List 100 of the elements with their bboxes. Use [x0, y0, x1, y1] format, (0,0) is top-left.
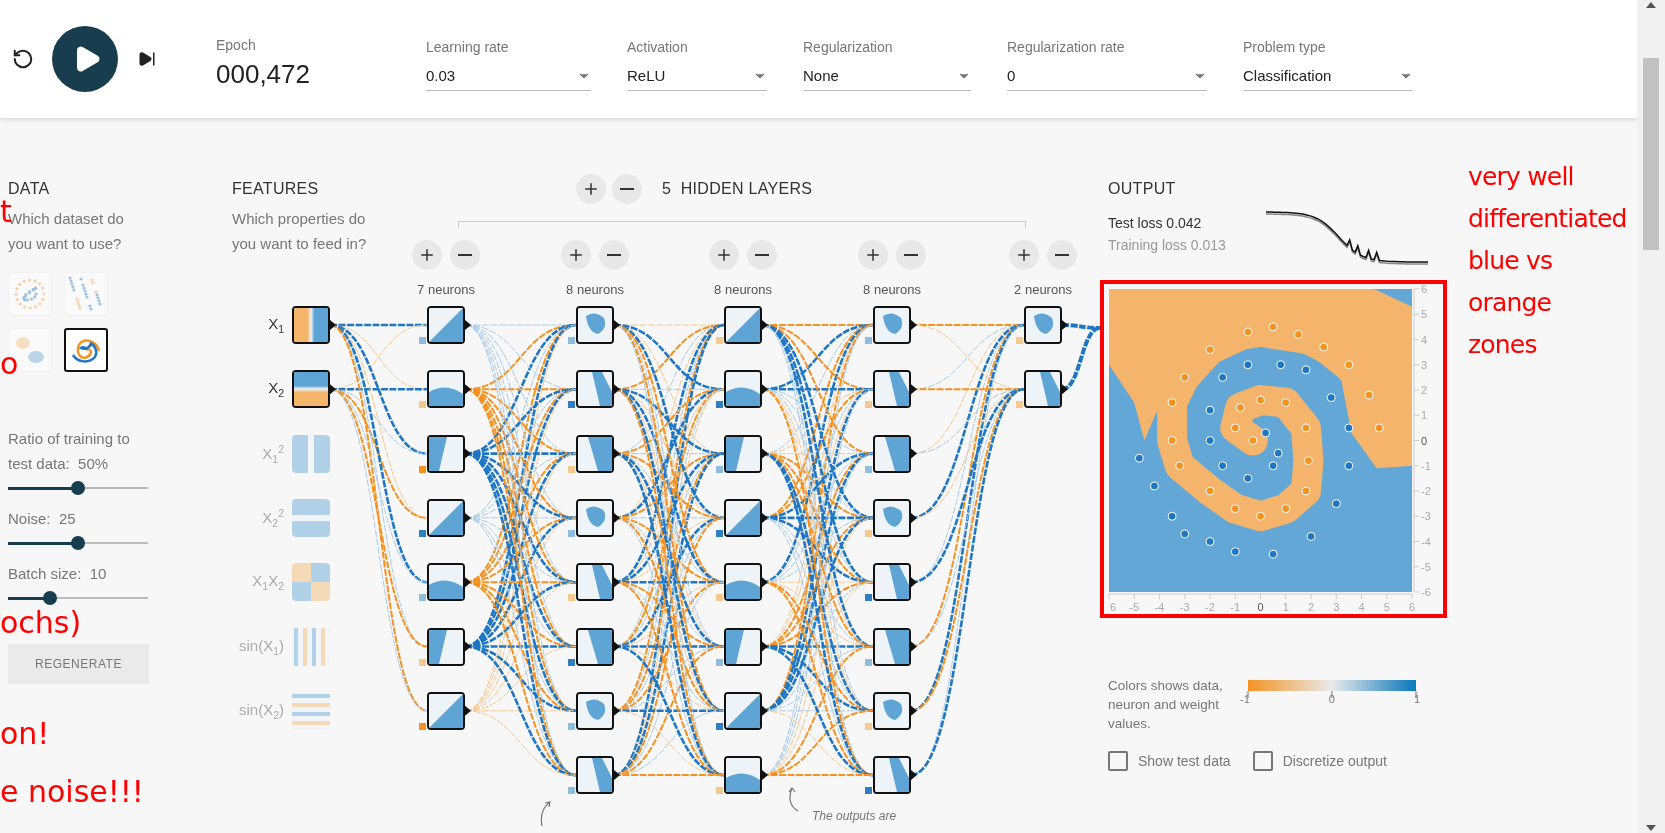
neuron-node[interactable] [1024, 370, 1062, 409]
data-point [1331, 499, 1341, 509]
neuron-node[interactable] [724, 691, 762, 730]
checkbox[interactable] [1108, 751, 1128, 771]
remove-neuron-button[interactable] [896, 240, 926, 270]
data-point [1243, 473, 1253, 483]
annotation-text: very well [1468, 161, 1575, 193]
add-neuron-button[interactable] [561, 240, 591, 270]
scroll-up-icon[interactable] [1646, 2, 1656, 8]
neuron-node[interactable] [724, 563, 762, 602]
data-point [1344, 423, 1354, 433]
scrollbar-thumb[interactable] [1643, 58, 1659, 250]
neuron-node[interactable] [724, 370, 762, 409]
scroll-down-icon[interactable] [1646, 825, 1656, 831]
add-neuron-button[interactable] [709, 240, 739, 270]
feature-node[interactable] [292, 306, 330, 344]
regenerate-button[interactable]: REGENERATE [8, 644, 149, 684]
neuron-node[interactable] [427, 498, 465, 537]
neuron-node[interactable] [873, 627, 911, 666]
pointer-arrow [539, 800, 553, 826]
neuron-node[interactable] [873, 434, 911, 473]
feature-node[interactable] [292, 370, 330, 409]
neuron-node[interactable] [873, 498, 911, 537]
neuron-node[interactable] [724, 306, 762, 344]
remove-neuron-button[interactable] [1047, 240, 1077, 270]
minus-icon [755, 254, 769, 256]
add-layer-button[interactable] [576, 174, 606, 204]
dropdown-select[interactable]: None [803, 55, 971, 91]
neuron-node[interactable] [873, 370, 911, 409]
data-point [1205, 436, 1215, 445]
neuron-node[interactable] [427, 563, 465, 602]
step-button[interactable] [138, 50, 156, 68]
add-neuron-button[interactable] [1009, 240, 1039, 270]
neuron-node[interactable] [724, 434, 762, 473]
data-point [1268, 461, 1278, 471]
neuron-node[interactable] [873, 691, 911, 730]
neuron-node[interactable] [576, 691, 614, 730]
neuron-node[interactable] [427, 627, 465, 666]
checkbox[interactable] [1252, 751, 1273, 771]
neuron-node[interactable] [576, 306, 614, 344]
neuron-node[interactable] [576, 627, 614, 666]
data-point [1293, 329, 1303, 339]
dropdown-select[interactable]: 0 [1007, 55, 1207, 91]
neuron-node[interactable] [724, 756, 762, 795]
minus-icon [1055, 254, 1069, 256]
dropdown-select[interactable]: 0.03 [426, 55, 591, 91]
neuron-node[interactable] [724, 498, 762, 537]
neuron-node[interactable] [724, 627, 762, 666]
axis-tick-label: 0 [1257, 601, 1264, 613]
slider[interactable] [8, 535, 148, 551]
neuron-node[interactable] [576, 498, 614, 537]
remove-neuron-button[interactable] [599, 240, 629, 270]
neuron-node[interactable] [576, 756, 614, 795]
data-point [1218, 461, 1228, 471]
feature-label: X$_{2}$ [268, 379, 284, 400]
neuron-node[interactable] [576, 434, 614, 473]
data-point [1248, 436, 1258, 445]
dropdown-select[interactable]: Classification [1243, 55, 1413, 91]
add-neuron-button[interactable] [858, 240, 888, 270]
slider-thumb[interactable] [71, 536, 85, 550]
annotation-text: ochs) [0, 608, 82, 638]
neuron-node[interactable] [576, 563, 614, 602]
neuron-node[interactable] [576, 370, 614, 409]
axis-tick-label: -2 [1205, 601, 1215, 613]
feature-label: sin(X$_{2}$) [238, 700, 284, 721]
data-point [1303, 456, 1313, 466]
neuron-count: 8 neurons [566, 282, 624, 297]
add-neuron-button[interactable] [412, 240, 442, 270]
data-point [1276, 360, 1286, 370]
slider[interactable] [8, 590, 148, 606]
feature-node[interactable] [292, 498, 330, 537]
feature-node[interactable] [292, 434, 330, 473]
feature-node[interactable] [292, 563, 330, 602]
remove-layer-button[interactable] [612, 174, 642, 204]
neuron-node[interactable] [427, 691, 465, 730]
data-point [1374, 423, 1384, 433]
annotation-text: o [0, 349, 19, 379]
dropdown-select[interactable]: ReLU [627, 55, 767, 91]
neuron-node[interactable] [427, 370, 465, 409]
axis-tick-label: -1 [1421, 459, 1431, 472]
hidden-layers-title: 5 HIDDEN LAYERS [662, 180, 813, 198]
neuron-node[interactable] [427, 434, 465, 473]
remove-neuron-button[interactable] [747, 240, 777, 270]
axis-tick-label: 6 [1408, 601, 1416, 613]
neuron-node[interactable] [1024, 306, 1062, 344]
scale-tick-label: 0 [1328, 693, 1335, 705]
minus-icon [904, 254, 918, 256]
reset-button[interactable] [12, 48, 34, 70]
remove-neuron-button[interactable] [450, 240, 480, 270]
slider-thumb[interactable] [71, 481, 85, 495]
axis-tick-label: 2 [1307, 601, 1315, 613]
slider[interactable] [8, 480, 148, 496]
axis-tick-label: -3 [1421, 510, 1431, 523]
data-point [1230, 504, 1240, 514]
dataset-thumbnail[interactable] [64, 328, 108, 372]
slider-thumb[interactable] [43, 591, 57, 605]
neuron-node[interactable] [873, 756, 911, 795]
neuron-node[interactable] [873, 306, 911, 344]
neuron-node[interactable] [427, 306, 465, 344]
neuron-node[interactable] [873, 563, 911, 602]
